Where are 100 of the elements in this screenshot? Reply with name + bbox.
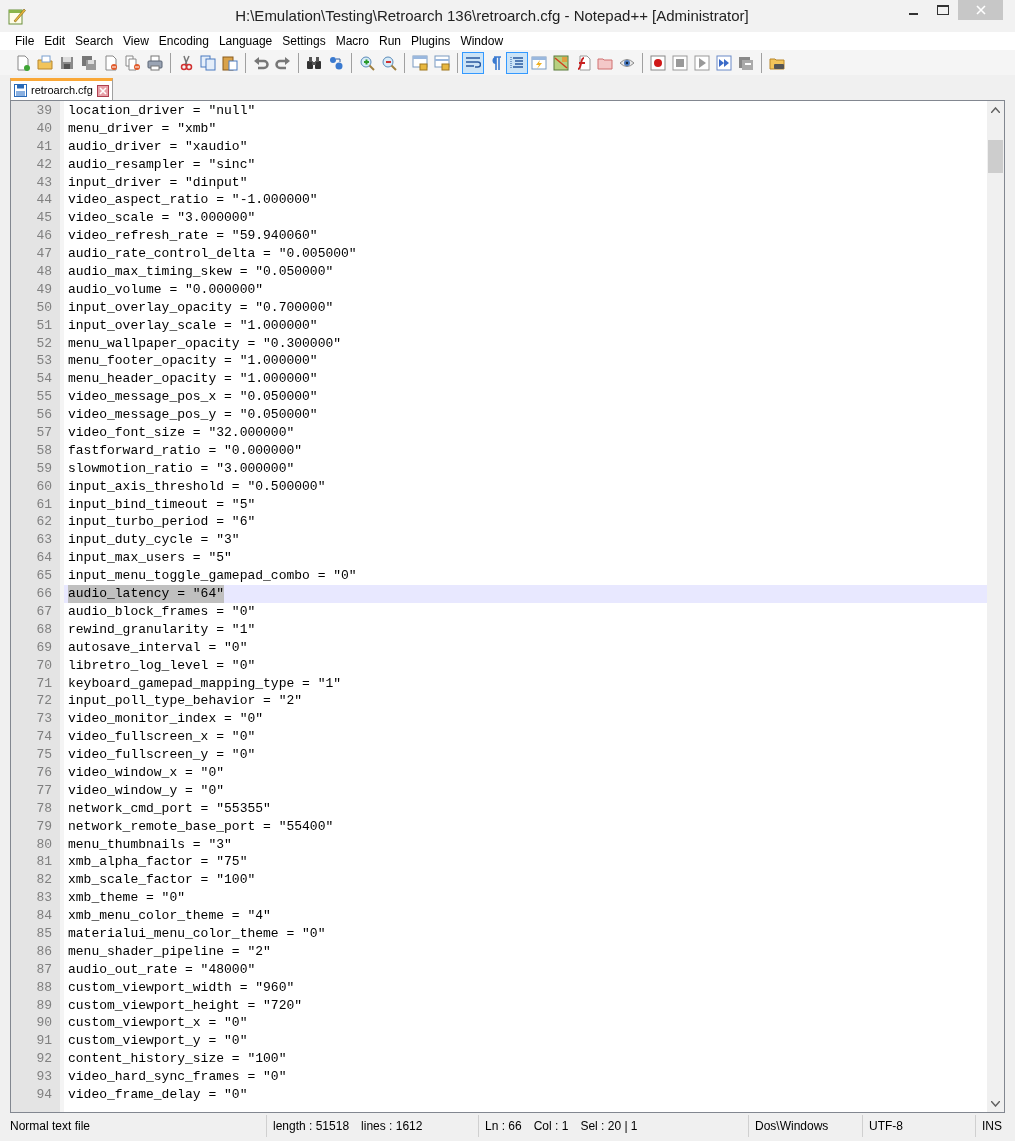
status-text: length : 51518 bbox=[273, 1118, 350, 1135]
code-line: menu_shader_pipeline = "2" bbox=[68, 942, 271, 961]
file-tab[interactable]: retroarch.cfg bbox=[10, 78, 113, 100]
line-number: 55 bbox=[35, 388, 53, 407]
vertical-scrollbar[interactable] bbox=[987, 101, 1004, 1112]
line-number: 78 bbox=[35, 799, 53, 818]
code-line: video_monitor_index = "0" bbox=[68, 710, 264, 729]
menu-item[interactable]: Macro bbox=[330, 33, 374, 49]
clipboard-icon bbox=[222, 54, 238, 71]
menu-item[interactable]: Settings bbox=[277, 33, 331, 49]
floppies-icon bbox=[81, 54, 97, 71]
code-line: menu_thumbnails = "3" bbox=[68, 835, 232, 854]
line-number: 68 bbox=[35, 620, 53, 639]
line-number: 51 bbox=[35, 316, 53, 335]
close-icon bbox=[975, 5, 986, 15]
indent-lines-icon bbox=[509, 54, 525, 71]
code-line: input_duty_cycle = "3" bbox=[68, 531, 240, 550]
code-line: materialui_menu_color_theme = "0" bbox=[68, 924, 326, 943]
line-number: 50 bbox=[35, 298, 53, 317]
line-number: 84 bbox=[35, 907, 53, 925]
menu-item[interactable]: File bbox=[10, 33, 40, 49]
line-number: 41 bbox=[35, 137, 53, 156]
status-text: Ln : 66 bbox=[485, 1118, 522, 1135]
scroll-down-icon[interactable] bbox=[991, 1100, 1000, 1107]
line-number: 56 bbox=[35, 406, 53, 425]
line-number: 48 bbox=[35, 263, 53, 281]
code-line: custom_viewport_x = "0" bbox=[68, 1014, 248, 1033]
code-line: autosave_interval = "0" bbox=[68, 638, 248, 657]
code-line: audio_block_frames = "0" bbox=[68, 602, 256, 621]
code-line: input_turbo_period = "6" bbox=[68, 513, 256, 532]
menu-item[interactable]: Encoding bbox=[153, 33, 214, 49]
status-text: UTF-8 bbox=[869, 1118, 903, 1135]
code-line: custom_viewport_width = "960" bbox=[68, 978, 295, 997]
floppy-icon bbox=[14, 84, 27, 97]
menu-item[interactable]: Run bbox=[374, 33, 406, 49]
line-number: 60 bbox=[35, 477, 53, 496]
code-line: input_menu_toggle_gamepad_combo = "0" bbox=[68, 567, 357, 586]
code-line: video_aspect_ratio = "-1.000000" bbox=[68, 191, 318, 210]
code-line: video_fullscreen_x = "0" bbox=[68, 728, 256, 747]
code-line: input_max_users = "5" bbox=[68, 549, 232, 568]
code-line: fastforward_ratio = "0.000000" bbox=[68, 441, 303, 460]
menu-item[interactable]: Edit bbox=[39, 33, 71, 49]
word-wrap-button[interactable] bbox=[462, 51, 484, 74]
folder-icon bbox=[37, 54, 53, 71]
code-line: video_refresh_rate = "59.940060" bbox=[68, 227, 318, 246]
line-number: 82 bbox=[35, 871, 53, 890]
code-line: input_driver = "dinput" bbox=[68, 173, 248, 192]
scroll-thumb[interactable] bbox=[988, 140, 1003, 173]
line-number: 53 bbox=[35, 352, 53, 371]
code-line: xmb_scale_factor = "100" bbox=[68, 871, 256, 890]
line-number: 63 bbox=[35, 531, 53, 550]
code-line: network_remote_base_port = "55400" bbox=[68, 817, 334, 836]
code-line: input_overlay_scale = "1.000000" bbox=[68, 316, 318, 335]
menu-item[interactable]: Language bbox=[213, 33, 278, 49]
code-line: input_overlay_opacity = "0.700000" bbox=[68, 298, 334, 317]
redo-arrow-icon bbox=[275, 54, 291, 71]
code-line: menu_header_opacity = "1.000000" bbox=[68, 370, 318, 389]
close-file-icon bbox=[103, 54, 119, 71]
code-line: video_frame_delay = "0" bbox=[68, 1086, 248, 1104]
line-number: 42 bbox=[35, 155, 53, 174]
menu-item[interactable]: Plugins bbox=[406, 33, 456, 49]
indent-guide-button[interactable] bbox=[506, 51, 528, 74]
record-icon bbox=[650, 54, 666, 71]
line-number: 70 bbox=[35, 656, 53, 675]
lock-window-icon bbox=[434, 54, 450, 71]
line-number: 62 bbox=[35, 513, 53, 532]
line-number: 93 bbox=[35, 1068, 53, 1086]
code-line: custom_viewport_height = "720" bbox=[68, 996, 303, 1015]
menu-item[interactable]: Search bbox=[70, 33, 119, 49]
macro-list-icon bbox=[738, 54, 754, 71]
code-line: input_axis_threshold = "0.500000" bbox=[68, 477, 326, 496]
lock-window-icon bbox=[412, 54, 428, 71]
status-text: Sel : 20 | 1 bbox=[580, 1118, 638, 1135]
code-line: rewind_granularity = "1" bbox=[68, 620, 256, 639]
line-number: 57 bbox=[35, 424, 53, 442]
code-line: input_poll_type_behavior = "2" bbox=[68, 692, 303, 711]
code-line: xmb_menu_color_theme = "4" bbox=[68, 907, 271, 925]
line-number: 83 bbox=[35, 889, 53, 908]
code-line: audio_max_timing_skew = "0.050000" bbox=[68, 263, 334, 281]
line-number: 85 bbox=[35, 924, 53, 943]
code-line: location_driver = "null" bbox=[68, 102, 256, 120]
line-number: 44 bbox=[35, 191, 53, 210]
menu-item[interactable]: Window bbox=[455, 33, 509, 49]
line-number: 86 bbox=[35, 942, 53, 961]
line-number: 75 bbox=[35, 746, 53, 764]
code-line: menu_driver = "xmb" bbox=[68, 119, 217, 138]
undo-arrow-icon bbox=[253, 54, 269, 71]
line-number: 64 bbox=[35, 549, 53, 568]
menu-item[interactable]: View bbox=[118, 33, 154, 49]
line-number: 73 bbox=[35, 710, 53, 729]
line-number: 47 bbox=[35, 245, 53, 263]
status-text: INS bbox=[982, 1118, 1002, 1135]
scroll-up-icon[interactable] bbox=[991, 106, 1000, 113]
line-number: 43 bbox=[35, 173, 53, 192]
line-number: 46 bbox=[35, 227, 53, 246]
line-number: 80 bbox=[35, 835, 53, 854]
code-line: video_window_y = "0" bbox=[68, 781, 225, 800]
line-number: 89 bbox=[35, 996, 53, 1015]
close-icon bbox=[96, 84, 109, 97]
close-tab-button[interactable] bbox=[96, 84, 109, 97]
